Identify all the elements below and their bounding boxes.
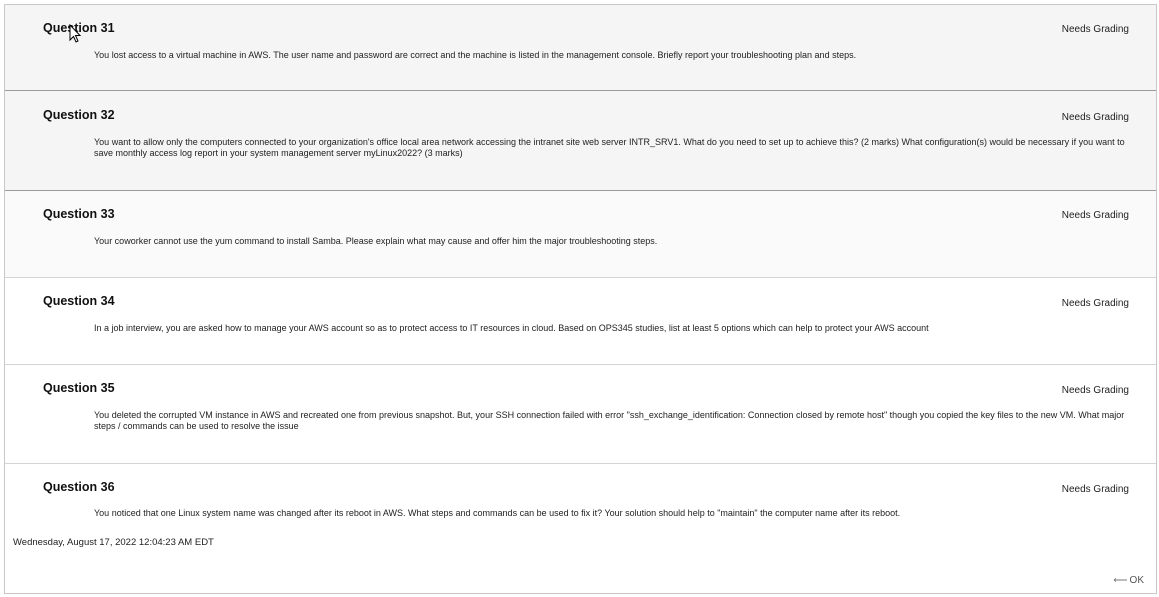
question-text: You lost access to a virtual machine in … — [94, 50, 857, 60]
mouse-cursor-icon — [69, 24, 82, 43]
question-item-33: Question 33 Needs Grading Your coworker … — [5, 191, 1156, 278]
grading-status: Needs Grading — [1061, 112, 1129, 123]
grading-status: Needs Grading — [1061, 24, 1129, 35]
question-text: You deleted the corrupted VM instance in… — [94, 410, 1125, 431]
grading-status: Needs Grading — [1061, 385, 1129, 396]
ok-button[interactable]: ⟵ OK — [1113, 575, 1144, 586]
questions-panel: Question 31 Needs Grading You lost acces… — [4, 4, 1157, 594]
question-title: Question 35 — [43, 381, 115, 395]
question-item-35: Question 35 Needs Grading You deleted th… — [5, 365, 1156, 464]
grading-status: Needs Grading — [1061, 298, 1129, 309]
question-text: In a job interview, you are asked how to… — [94, 323, 929, 333]
question-item-32: Question 32 Needs Grading You want to al… — [5, 91, 1156, 191]
grading-status: Needs Grading — [1061, 210, 1129, 221]
submission-timestamp: Wednesday, August 17, 2022 12:04:23 AM E… — [13, 537, 214, 548]
question-text: You noticed that one Linux system name w… — [94, 508, 901, 518]
question-item-34: Question 34 Needs Grading In a job inter… — [5, 278, 1156, 365]
question-item-31: Question 31 Needs Grading You lost acces… — [5, 5, 1156, 91]
question-item-36: Question 36 Needs Grading You noticed th… — [5, 464, 1156, 530]
question-title: Question 33 — [43, 207, 115, 221]
ok-label: OK — [1129, 575, 1144, 586]
question-text: You want to allow only the computers con… — [94, 137, 1125, 158]
grading-status: Needs Grading — [1061, 484, 1129, 495]
question-title: Question 36 — [43, 480, 115, 494]
arrow-left-icon: ⟵ — [1113, 575, 1128, 586]
question-text: Your coworker cannot use the yum command… — [94, 236, 658, 246]
question-title: Question 32 — [43, 108, 115, 122]
question-title: Question 34 — [43, 294, 115, 308]
